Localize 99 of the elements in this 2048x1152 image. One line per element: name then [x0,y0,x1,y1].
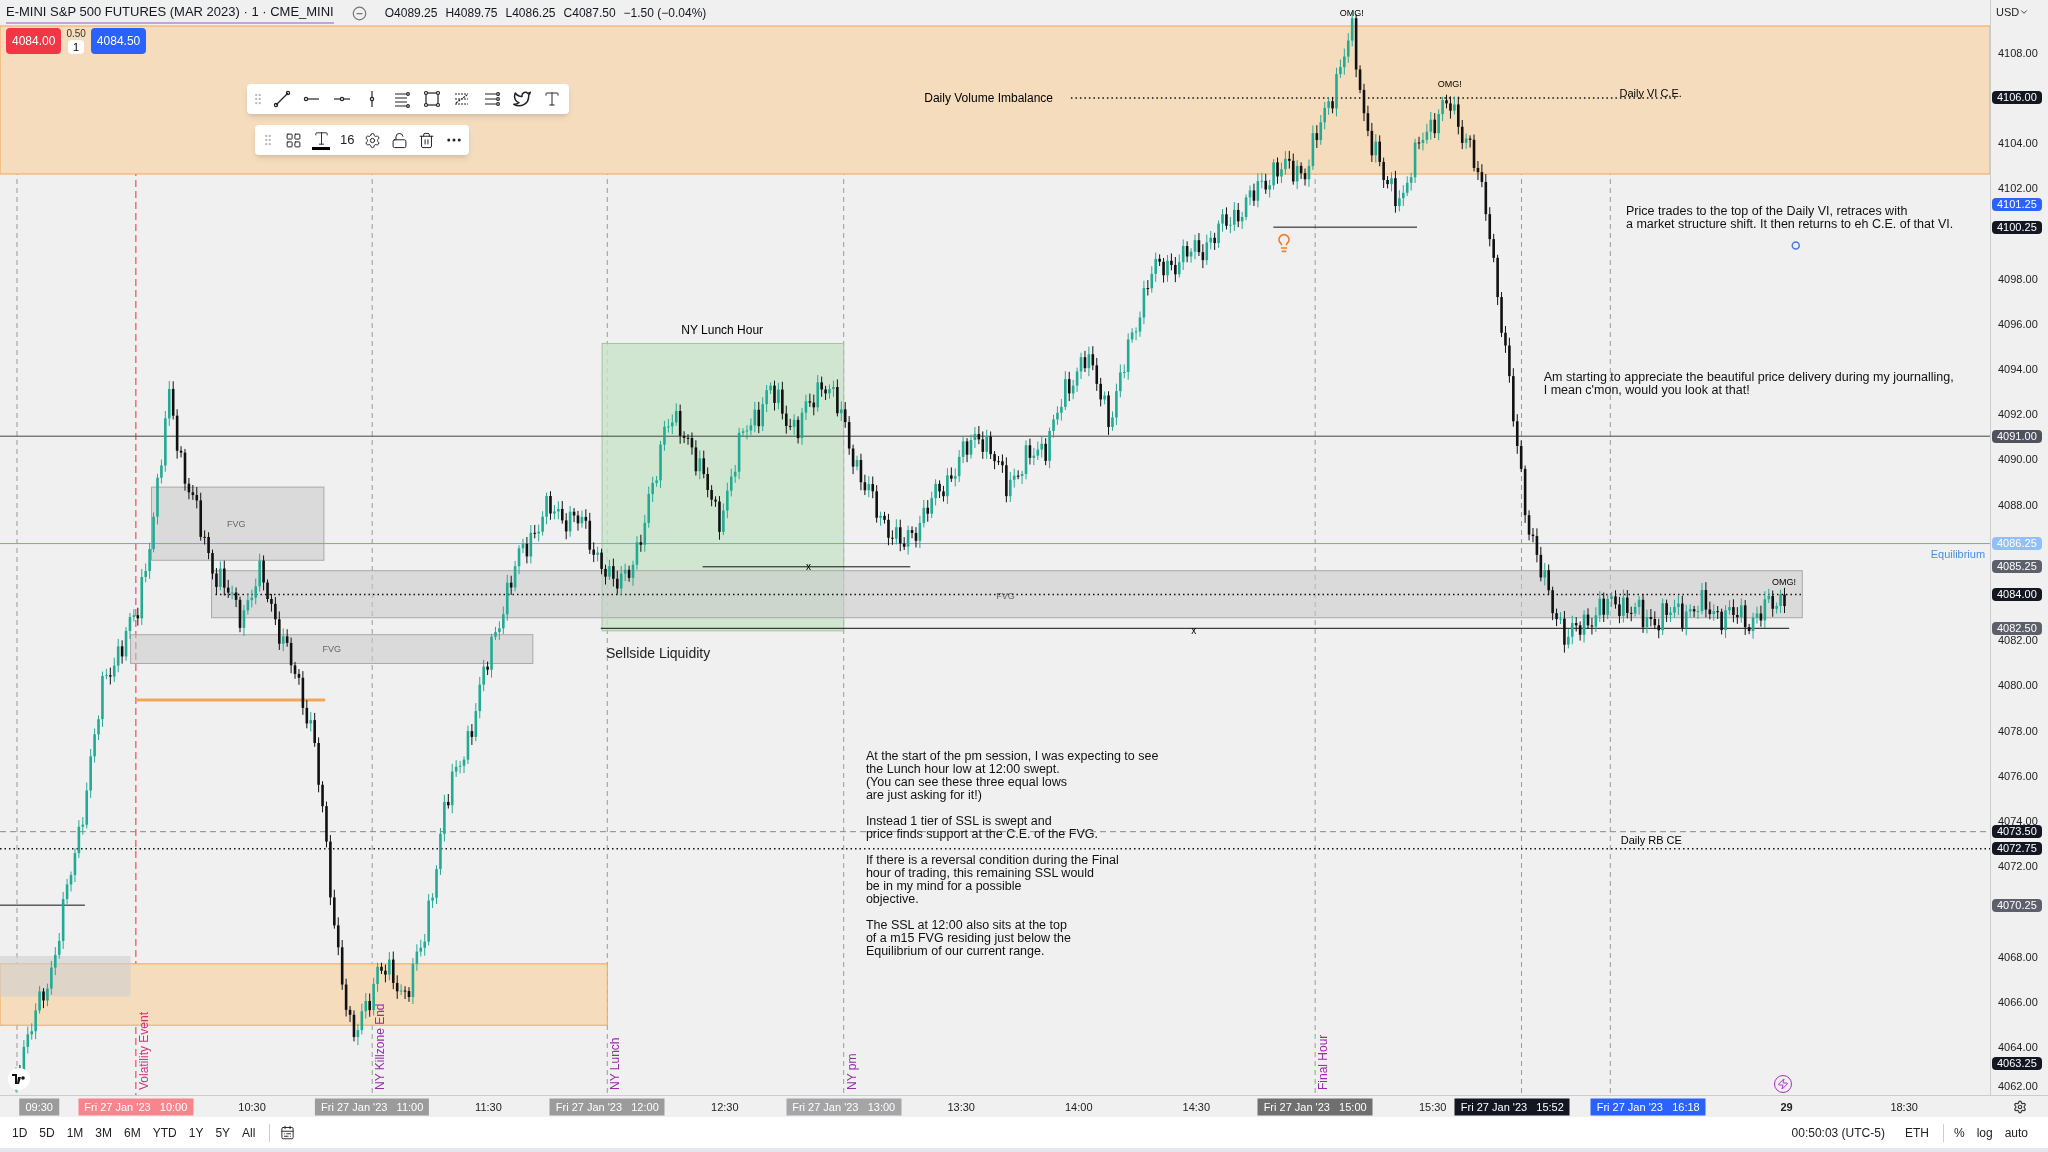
price-tick: 4076.00 [1998,770,2038,782]
price-tick: 4090.00 [1998,454,2038,466]
price-tick: 4062.00 [1998,1081,2038,1092]
session-label: NY Lunch [609,1037,622,1090]
price-tick: 4102.00 [1998,183,2038,195]
price-tick: 4088.00 [1998,499,2038,511]
session-label: Volatility Event [137,1011,150,1090]
session-button[interactable]: ETH [1904,1123,1929,1142]
time-marker: Fri 27 Jan '23 15:00 [1257,1098,1373,1116]
note-text: Instead 1 tier of SSL is swept and price finds support at the C.E. of the FVG. [865,814,1099,841]
time-tick: 15:30 [1418,1099,1447,1115]
price-tick: 4092.00 [1998,409,2038,421]
note-text: Am starting to appreciate the beautiful price delivery during my journalling, I mean c'mon, would you look at that! [1543,370,1954,397]
price-marker: 4070.25 [1992,898,2042,912]
price-marker: 4091.00 [1992,429,2042,443]
chart-label: x [1191,625,1197,636]
price-tick: 4066.00 [1998,996,2038,1008]
price-tick: 4098.00 [1998,273,2038,285]
ohlc-value: O4089.25 [384,5,438,22]
chart-label: Equilibrium [1930,548,1986,560]
time-tick: 12:30 [711,1099,739,1115]
ohlc-value: H4089.75 [445,5,498,22]
price-marker: 4072.75 [1992,842,2042,856]
chart-label: x [805,561,811,572]
ohlc-value: L4086.25 [505,5,556,22]
time-marker: Fri 27 Jan '23 15:52 [1454,1098,1570,1116]
chart-label: Sellside Liquidity [605,646,711,660]
quantity-field[interactable]: 1 [68,40,85,54]
time-tick: 13:30 [947,1099,975,1115]
range-button[interactable]: 1M [62,1121,88,1144]
price-marker: 4106.00 [1992,90,2042,104]
price-marker: 4100.25 [1992,220,2042,234]
time-marker: Fri 27 Jan '23 13:00 [786,1098,902,1116]
clock-text[interactable]: 00:50:03 (UTC-5) [1791,1123,1885,1142]
font-size-button[interactable]: 16 [340,130,355,150]
chart-label: FVG [227,519,246,529]
symbol-title[interactable]: E-MINI S&P 500 FUTURES (MAR 2023) · 1 · CME_MINI [6,2,334,24]
time-tick: 10:30 [238,1099,266,1115]
range-button[interactable]: All [238,1121,260,1144]
price-marker: 4085.25 [1992,559,2042,573]
ohlc-value: C4087.50 [563,5,616,22]
price-tick: 4080.00 [1998,680,2038,692]
time-marker: Fri 27 Jan '23 12:00 [549,1098,665,1116]
chart-label: OMG! [1437,79,1462,89]
note-text: If there is a reversal condition during the Final hour of trading, this remaining SSL would be in my mind for a possible objective. [865,853,1120,906]
price-tick: 4078.00 [1998,725,2038,737]
price-marker: 4084.00 [1992,587,2042,601]
chart-label: Daily VI C.E. [1619,87,1682,99]
scale-button[interactable]: auto [2004,1123,2028,1142]
time-marker: Fri 27 Jan '23 11:00 [315,1098,430,1116]
time-tick: 14:00 [1065,1099,1093,1115]
time-tick: 14:30 [1182,1099,1211,1115]
sell-button[interactable]: 4084.00 [6,28,62,54]
price-tick: 4074.00 [1998,815,2038,827]
time-marker: 09:30 [19,1098,59,1116]
price-tick: 4064.00 [1998,1041,2038,1053]
time-marker: Fri 27 Jan '23 16:18 [1590,1098,1706,1116]
range-button[interactable]: 1Y [184,1121,208,1144]
session-label: NY Killzone End [374,1003,387,1090]
chart-label: FVG [322,644,341,654]
range-button[interactable]: 5D [35,1121,59,1144]
spread-value: 0.50 [66,28,86,40]
time-marker: Fri 27 Jan '23 10:00 [78,1098,194,1116]
chart-label: FVG [996,591,1015,601]
price-tick: 4104.00 [1998,137,2038,149]
range-button[interactable]: 5Y [211,1121,235,1144]
range-button[interactable]: YTD [148,1121,181,1144]
chart-label: OMG! [1339,8,1364,18]
price-tick: 4096.00 [1998,318,2038,330]
session-label: Final Hour [1316,1034,1329,1090]
chart-label: Daily RB CE [1620,834,1682,846]
range-button[interactable]: 6M [120,1121,145,1144]
note-text: At the start of the pm session, I was expecting to see the Lunch hour low at 12:00 swept. (You can see these three equal lows are just asking for it!) [865,749,1159,802]
ohlc-value: −1.50 (−0.04%) [623,5,707,22]
time-tick: 18:30 [1890,1099,1918,1115]
price-tick: 4108.00 [1998,47,2038,59]
price-tick: 4068.00 [1998,951,2038,963]
chart-label: OMG! [1772,577,1796,587]
note-text: The SSL at 12:00 also sits at the top of a m15 FVG residing just below the Equilibrium of our current range. [865,918,1072,958]
buy-button[interactable]: 4084.50 [90,28,147,54]
chart-label: NY Lunch Hour [681,324,764,337]
price-marker: 4063.25 [1992,1056,2042,1070]
scale-button[interactable]: log [1976,1123,1993,1142]
chart-label: Daily Volume Imbalance [924,91,1053,104]
price-tick: 4094.00 [1998,363,2038,375]
price-marker: 4101.25 [1992,198,2042,212]
price-marker: 4086.25 [1992,537,2042,551]
range-button[interactable]: 3M [91,1121,117,1144]
price-marker: 4082.50 [1992,621,2042,635]
range-button[interactable]: 1D [8,1121,32,1144]
note-text: Price trades to the top of the Daily VI, retraces with a market structure shift. It then returns to eh C.E. of that VI. [1625,205,1954,232]
scale-button[interactable]: % [1953,1123,1965,1142]
currency-dropdown[interactable]: USD [1996,4,2030,21]
session-label: NY pm [845,1053,858,1090]
price-marker: 4073.50 [1992,825,2042,839]
time-tick: 11:30 [475,1099,502,1115]
date-tick: 29 [1780,1099,1793,1115]
price-tick: 4082.00 [1998,635,2038,647]
price-tick: 4072.00 [1998,861,2038,873]
